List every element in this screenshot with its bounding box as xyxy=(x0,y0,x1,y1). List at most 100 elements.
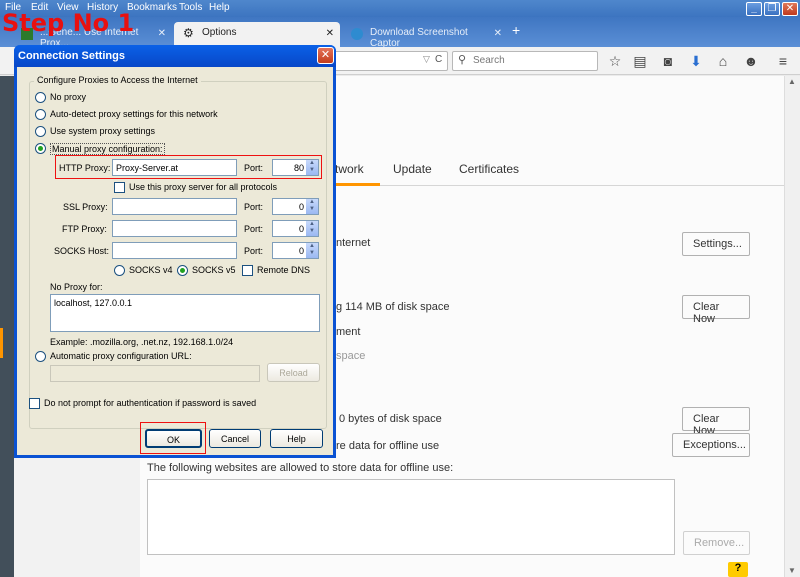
socks-v5-radio[interactable] xyxy=(177,265,188,276)
category-sidebar xyxy=(0,76,14,577)
tab-network[interactable]: twork xyxy=(335,162,364,176)
download-icon[interactable]: ⬇ xyxy=(688,53,704,69)
connection-settings-dialog: Connection Settings ✕ Configure Proxies … xyxy=(14,45,336,458)
reading-list-icon[interactable]: ▤ xyxy=(632,53,648,69)
clear-offline-button[interactable]: Clear Now xyxy=(682,407,750,437)
socks-host-label: SOCKS Host: xyxy=(54,246,110,256)
space-text: space xyxy=(336,350,366,362)
ftp-proxy-input[interactable] xyxy=(112,220,237,237)
auto-config-radio[interactable] xyxy=(35,351,46,362)
no-proxy-example: Example: .mozilla.org, .net.nz, 192.168.… xyxy=(50,337,234,347)
globe-icon xyxy=(351,28,363,40)
connection-text: nternet xyxy=(336,237,371,249)
system-proxy-label: Use system proxy settings xyxy=(50,126,156,136)
cancel-button[interactable]: Cancel xyxy=(209,429,261,448)
home-icon[interactable]: ⌂ xyxy=(715,53,731,69)
socks-v4-label: SOCKS v4 xyxy=(129,265,173,275)
spinner-arrows-icon[interactable]: ▲ ▼ xyxy=(306,221,318,236)
ssl-port-label: Port: xyxy=(244,202,264,212)
menu-tools[interactable]: Tools xyxy=(179,2,202,13)
ftp-port-label: Port: xyxy=(244,224,264,234)
dialog-title-bar[interactable]: Connection Settings ✕ xyxy=(14,45,336,67)
page-scrollbar[interactable]: ▲ ▼ xyxy=(784,76,800,577)
store-offline-text: re data for offline use xyxy=(336,440,440,452)
auto-detect-radio[interactable] xyxy=(35,109,46,120)
chat-icon[interactable]: ☻ xyxy=(743,53,759,69)
ssl-proxy-input[interactable] xyxy=(112,198,237,215)
remote-dns-checkbox[interactable] xyxy=(242,265,253,276)
highlight-ok xyxy=(140,422,206,454)
manual-proxy-radio[interactable] xyxy=(35,143,46,154)
socks-port-label: Port: xyxy=(244,246,264,256)
reload-button[interactable]: Reload xyxy=(267,363,320,382)
dialog-close-button[interactable]: ✕ xyxy=(317,47,334,64)
spinner-arrows-icon[interactable]: ▲ ▼ xyxy=(306,243,318,258)
no-prompt-checkbox[interactable] xyxy=(29,398,40,409)
remove-button[interactable]: Remove... xyxy=(683,531,750,555)
search-icon: ⚲ xyxy=(458,54,467,66)
no-proxy-for-label: No Proxy for: xyxy=(50,282,103,292)
tab-options[interactable]: ⚙ Options ✕ xyxy=(174,22,340,47)
tab-close-icon[interactable]: ✕ xyxy=(326,28,334,39)
tab-close-icon[interactable]: ✕ xyxy=(494,28,502,39)
menu-bookmarks[interactable]: Bookmarks xyxy=(127,2,177,13)
ftp-port-stepper[interactable]: 0 ▲ ▼ xyxy=(272,220,319,237)
search-placeholder: Search xyxy=(473,55,505,66)
no-proxy-label: No proxy xyxy=(50,92,87,102)
auto-config-url-input[interactable] xyxy=(50,365,260,382)
help-button[interactable]: ? xyxy=(728,562,748,577)
scroll-down-icon[interactable]: ▼ xyxy=(788,566,796,575)
gear-icon: ⚙ xyxy=(183,26,194,40)
dropmarker-icon[interactable]: ▽ xyxy=(423,54,430,65)
ftp-port-value: 0 xyxy=(298,224,304,234)
restore-button[interactable]: ❐ xyxy=(764,2,780,16)
help-dialog-button[interactable]: Help xyxy=(270,429,323,448)
auto-config-label: Automatic proxy configuration URL: xyxy=(50,351,192,361)
tabs-divider xyxy=(335,185,800,186)
offline-sites-list[interactable] xyxy=(147,479,675,555)
no-proxy-for-textarea[interactable]: localhost, 127.0.0.1 xyxy=(50,294,320,332)
system-proxy-radio[interactable] xyxy=(35,126,46,137)
allowed-sites-label: The following websites are allowed to st… xyxy=(147,462,454,474)
search-input[interactable]: ⚲ Search xyxy=(452,51,598,71)
no-prompt-label: Do not prompt for authentication if pass… xyxy=(44,398,257,408)
ftp-proxy-label: FTP Proxy: xyxy=(62,224,107,234)
url-bar[interactable]: ▽ C xyxy=(330,51,448,71)
window-close-button[interactable]: ✕ xyxy=(782,2,798,16)
offline-text: 0 bytes of disk space xyxy=(339,413,442,425)
override-text: ment xyxy=(336,326,361,338)
tab-update[interactable]: Update xyxy=(393,162,432,176)
menu-icon[interactable]: ≡ xyxy=(775,53,791,69)
settings-button[interactable]: Settings... xyxy=(682,232,750,256)
tab-screenshot-captor[interactable]: Download Screenshot Captor ✕ xyxy=(342,22,508,49)
no-proxy-radio[interactable] xyxy=(35,92,46,103)
clear-cache-button[interactable]: Clear Now xyxy=(682,295,750,325)
scroll-up-icon[interactable]: ▲ xyxy=(788,77,796,86)
ssl-port-value: 0 xyxy=(298,202,304,212)
pocket-icon[interactable]: ◙ xyxy=(660,53,676,69)
dialog-title: Connection Settings xyxy=(18,50,125,62)
ssl-port-stepper[interactable]: 0 ▲ ▼ xyxy=(272,198,319,215)
same-proxy-checkbox[interactable] xyxy=(114,182,125,193)
socks-v5-label: SOCKS v5 xyxy=(192,265,236,275)
socks-v4-radio[interactable] xyxy=(114,265,125,276)
new-tab-button[interactable]: + xyxy=(512,22,520,38)
bookmark-star-icon[interactable]: ☆ xyxy=(607,53,623,69)
auto-detect-label: Auto-detect proxy settings for this netw… xyxy=(50,109,218,119)
tab-close-icon[interactable]: ✕ xyxy=(158,28,166,39)
step-label: Step No 1 xyxy=(2,9,135,37)
menu-help[interactable]: Help xyxy=(209,2,230,13)
reload-icon[interactable]: C xyxy=(435,54,442,65)
manual-proxy-label: Manual proxy configuration: xyxy=(50,143,165,155)
selected-category-marker xyxy=(0,328,3,358)
cache-text: g 114 MB of disk space xyxy=(336,301,450,313)
socks-port-stepper[interactable]: 0 ▲ ▼ xyxy=(272,242,319,259)
exceptions-button[interactable]: Exceptions... xyxy=(672,433,750,457)
highlight-http-proxy xyxy=(55,155,322,179)
socks-host-input[interactable] xyxy=(112,242,237,259)
tab-label: Options xyxy=(202,27,237,38)
remote-dns-label: Remote DNS xyxy=(257,265,311,275)
spinner-arrows-icon[interactable]: ▲ ▼ xyxy=(306,199,318,214)
tab-certificates[interactable]: Certificates xyxy=(459,162,519,176)
minimize-button[interactable]: _ xyxy=(746,2,762,16)
